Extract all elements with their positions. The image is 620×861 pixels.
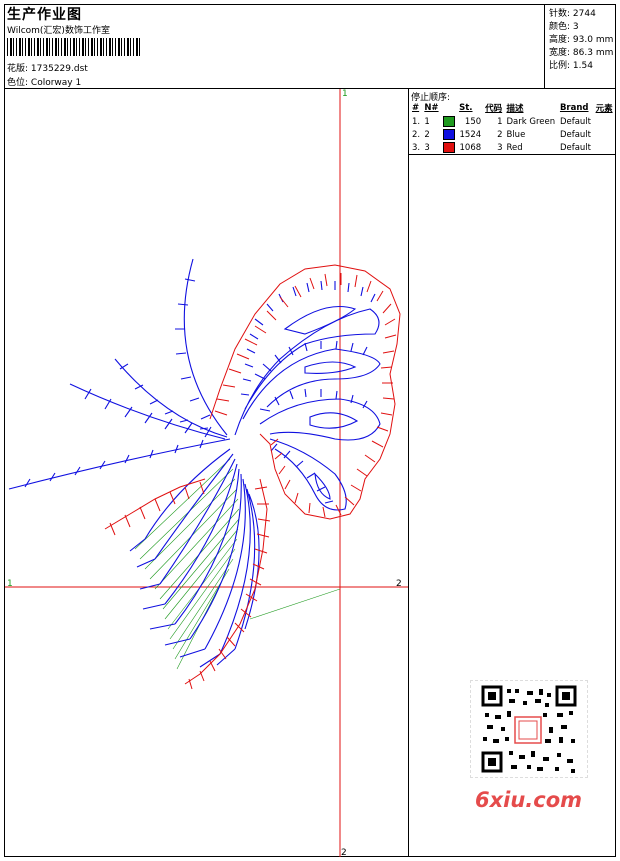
studio-name: Wilcom(汇宏)数饰工作室 [7, 26, 110, 36]
table-row: 3. 3 1068 3 Red Default [412, 142, 592, 153]
table-header: # N# St. 代码 描述 Brand 元素 [412, 103, 613, 114]
colorway-value: Colorway 1 [30, 78, 82, 88]
design-info: 花版: 1735229.dst [7, 61, 88, 74]
table-row: 2. 2 1524 2 Blue Default [412, 129, 592, 140]
colorway-label: 色位: [7, 78, 29, 88]
axis-label-right: 2 [396, 579, 402, 589]
stat-height: 高度: 93.0 mm [549, 35, 614, 45]
table-row: 1. 1 150 1 Dark Green Default [412, 116, 592, 127]
stat-scale: 比例: 1.54 [549, 61, 593, 71]
axis-label-left: 1 [7, 579, 13, 589]
stops-divider [408, 154, 616, 155]
colorway-info: 色位: Colorway 1 [7, 75, 81, 88]
embroidery-canvas: 1 1 2 2 [5, 89, 408, 857]
design-value: 1735229.dst [30, 64, 88, 74]
qr-code [470, 680, 588, 778]
color-swatch [442, 116, 455, 127]
watermark-logo: 6xiu.com [475, 788, 583, 812]
design-label: 花版: [7, 64, 29, 74]
page-title: 生产作业图 [7, 7, 82, 23]
blue-stitches [8, 258, 381, 668]
axis-label-top: 1 [342, 89, 348, 99]
panel-divider [408, 88, 409, 857]
color-swatch [442, 129, 455, 140]
axis-label-bottom: 2 [341, 848, 347, 857]
stat-width: 宽度: 86.3 mm [549, 48, 614, 58]
color-swatch [442, 142, 455, 153]
stat-stitches: 针数: 2744 [549, 9, 596, 19]
stop-sequence-table: # N# St. 代码 描述 Brand 元素 1. 1 150 1 Dark … [410, 101, 615, 154]
stat-colors: 颜色: 3 [549, 22, 579, 32]
green-fill-stitches [134, 458, 341, 670]
red-border-stitches [104, 264, 401, 690]
barcode [7, 38, 142, 56]
